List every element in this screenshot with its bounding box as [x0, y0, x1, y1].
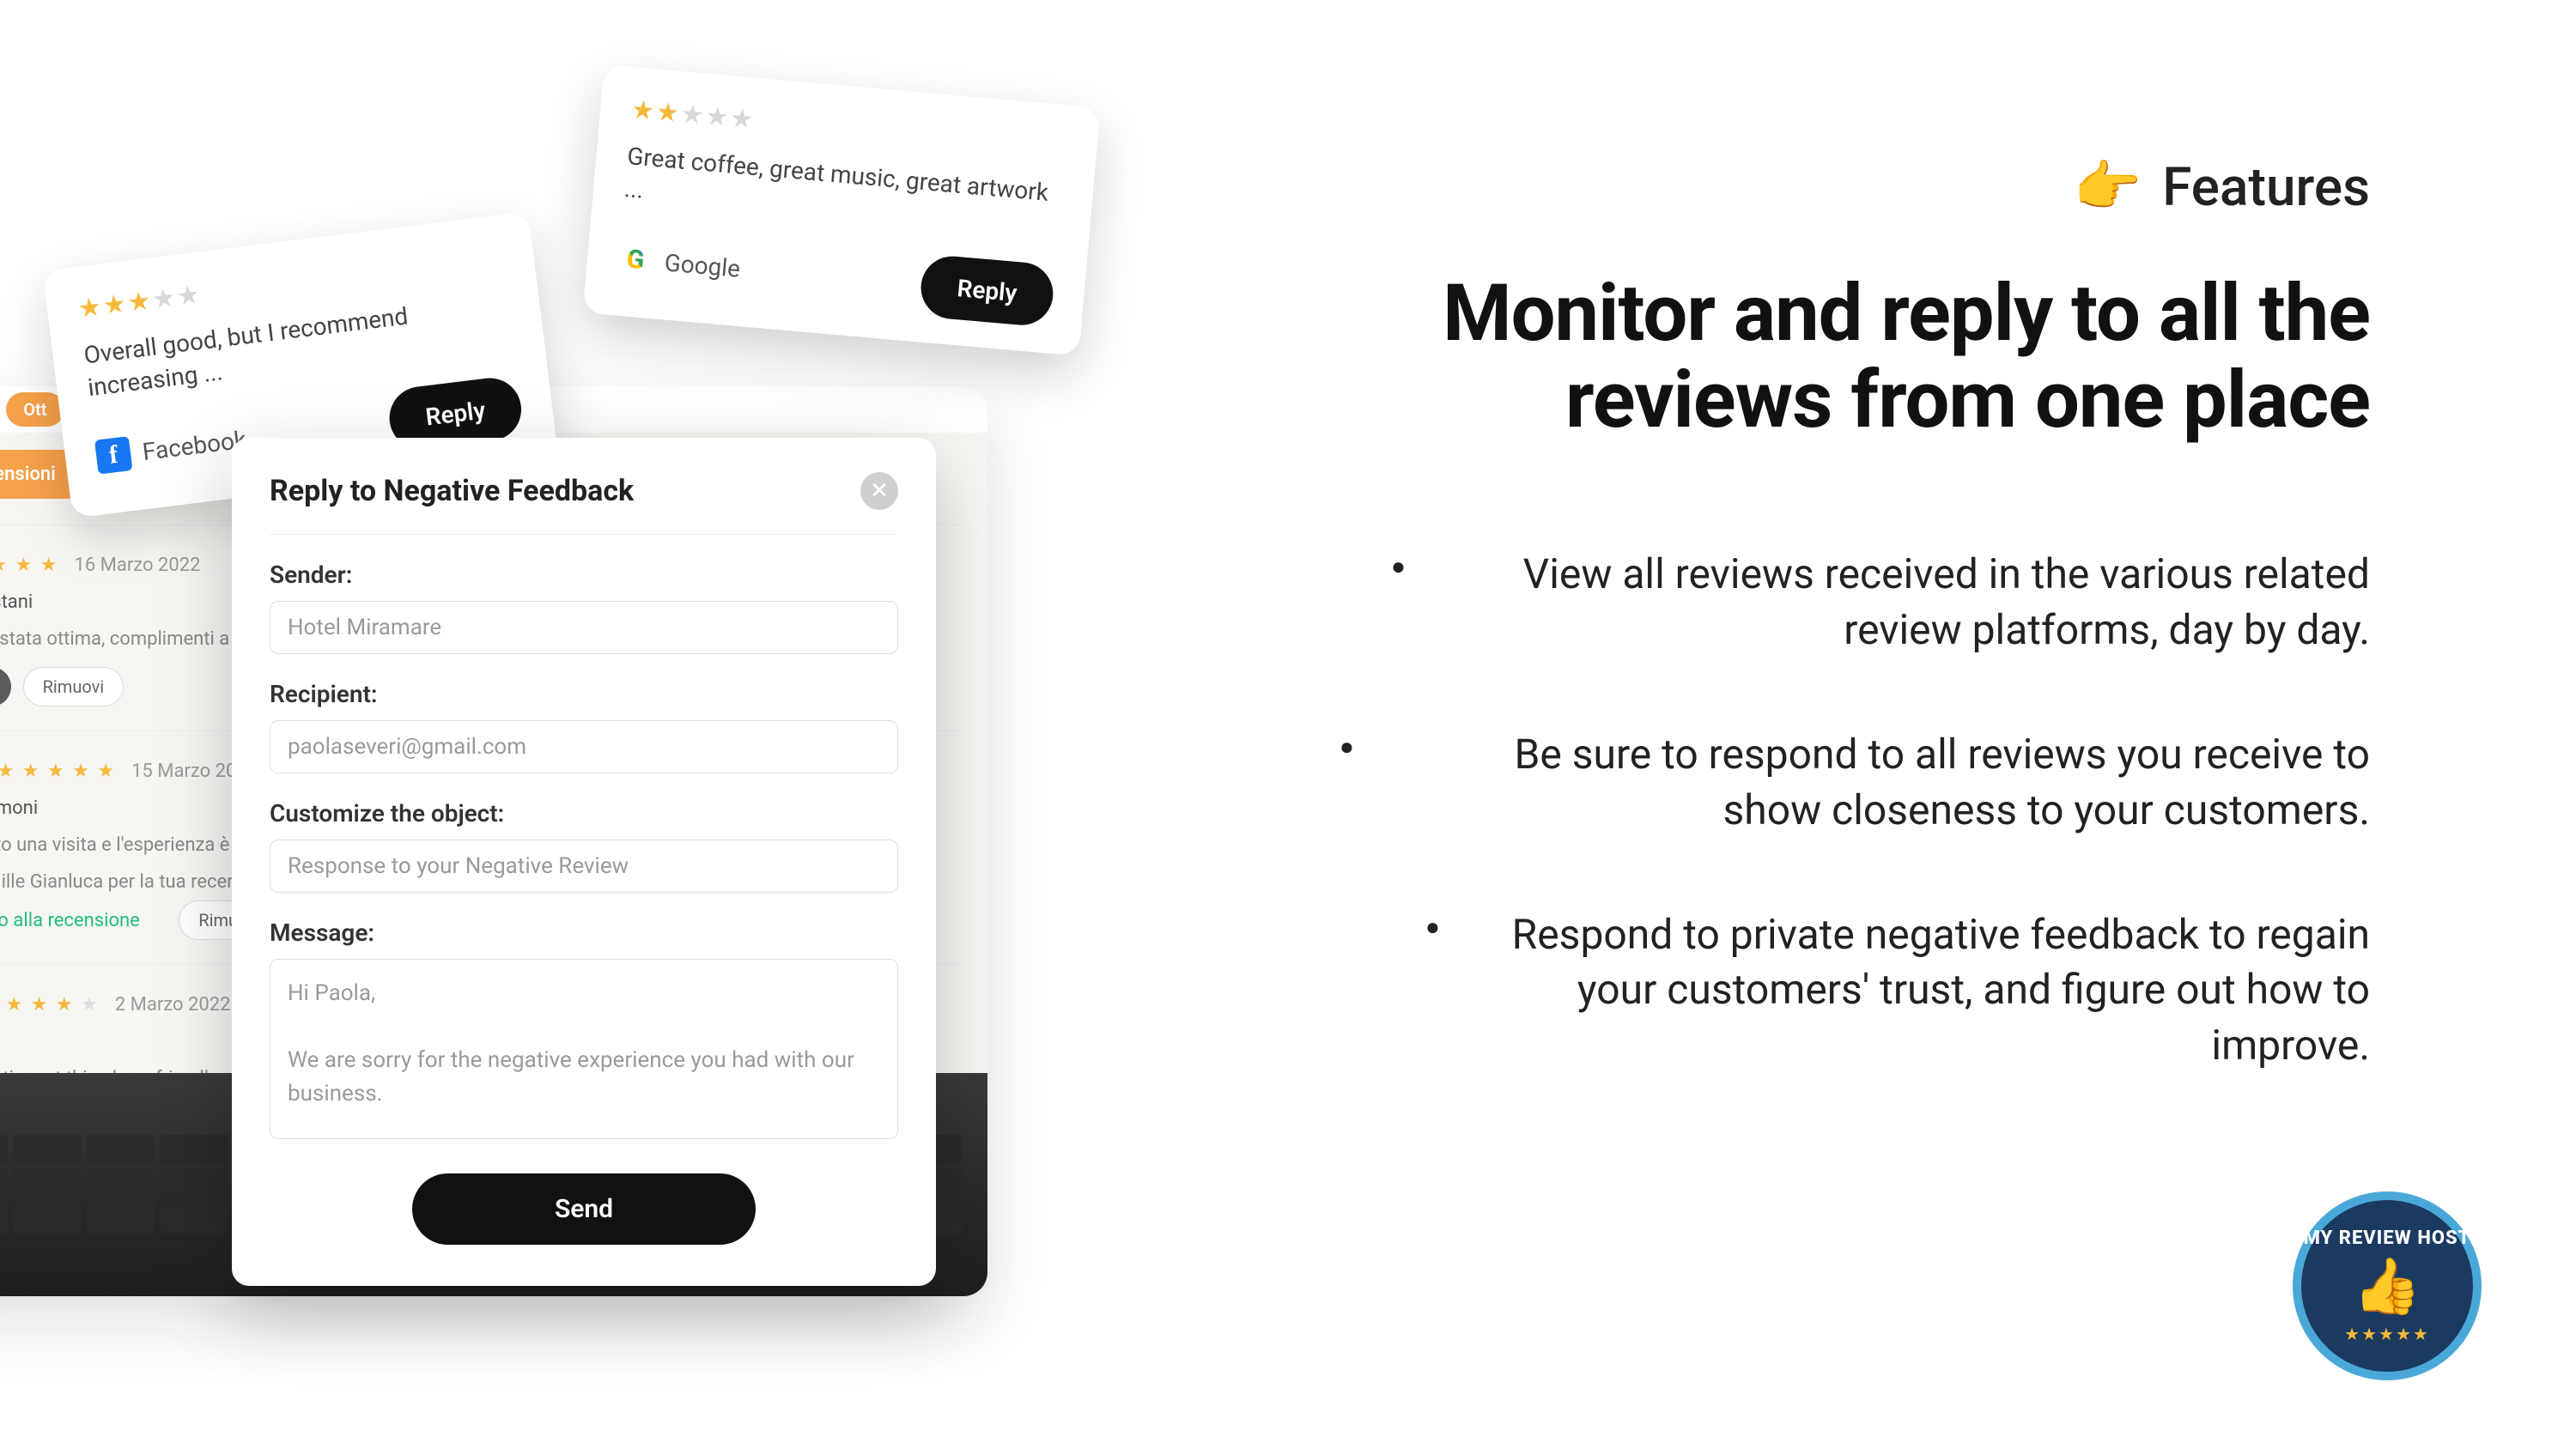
google-icon: G: [617, 241, 653, 278]
sender-label: Sender:: [270, 561, 898, 589]
pointing-hand-icon: 👉: [2074, 155, 2142, 219]
facebook-icon: f: [94, 436, 133, 475]
features-heading: 👉 Features: [1340, 155, 2370, 219]
features-column: 👉 Features Monitor and reply to all the r…: [1340, 155, 2370, 1143]
bullet-item: Respond to private negative feedback to …: [1340, 907, 2370, 1074]
page-headline: Monitor and reply to all the reviews fro…: [1340, 270, 2370, 444]
source-google: G Google: [617, 241, 741, 286]
reply-button[interactable]: Reply: [919, 253, 1056, 327]
object-label: Customize the object:: [270, 799, 898, 828]
thumbs-up-icon: 👍: [2353, 1254, 2421, 1319]
toolbar-pill[interactable]: Ott: [6, 392, 64, 427]
features-label: Features: [2162, 156, 2370, 219]
modal-title: Reply to Negative Feedback: [270, 474, 634, 508]
review-date: 16 Marzo 2022: [74, 555, 200, 576]
review-date: 2 Marzo 2022: [115, 994, 231, 1016]
star-rating-icon: ★ ★ ★ ★ ★: [0, 994, 100, 1016]
source-facebook: f Facebook: [94, 422, 248, 475]
object-input[interactable]: Response to your Negative Review: [270, 840, 898, 893]
mockup-stage: ma Ott Recensioni ★ ★ ★ ★ ★ 16 Marzo 202…: [0, 0, 1159, 1449]
review-card-google: ★★★★★ Great coffee, great music, great a…: [582, 64, 1100, 355]
sender-input[interactable]: Hotel Miramare: [270, 601, 898, 654]
message-textarea[interactable]: Hi Paola, We are sorry for the negative …: [270, 959, 898, 1139]
message-label: Message:: [270, 919, 898, 947]
send-button[interactable]: Send: [412, 1173, 756, 1245]
logo-text: MY REVIEW HOST: [2304, 1228, 2471, 1249]
feature-bullets: View all reviews received in the various…: [1340, 547, 2370, 1074]
remove-button[interactable]: Rimuovi: [23, 667, 125, 706]
recipient-label: Recipient:: [270, 680, 898, 708]
respond-button[interactable]: ondi: [0, 667, 11, 706]
brand-logo-badge: MY REVIEW HOST 👍 ★★★★★: [2293, 1191, 2482, 1380]
replied-link[interactable]: risposto alla recensione: [0, 910, 140, 931]
bullet-item: View all reviews received in the various…: [1340, 547, 2370, 658]
close-icon[interactable]: ✕: [860, 472, 898, 510]
bullet-item: Be sure to respond to all reviews you re…: [1340, 727, 2370, 839]
logo-stars: ★★★★★: [2344, 1324, 2430, 1344]
star-rating-icon: ★ ★ ★ ★ ★: [0, 555, 58, 576]
reply-modal: Reply to Negative Feedback ✕ Sender: Hot…: [232, 438, 936, 1286]
recipient-input[interactable]: paolaseveri@gmail.com: [270, 720, 898, 773]
star-rating-icon: ★ ★ ★ ★ ★: [0, 761, 116, 782]
source-label: Google: [663, 248, 741, 283]
